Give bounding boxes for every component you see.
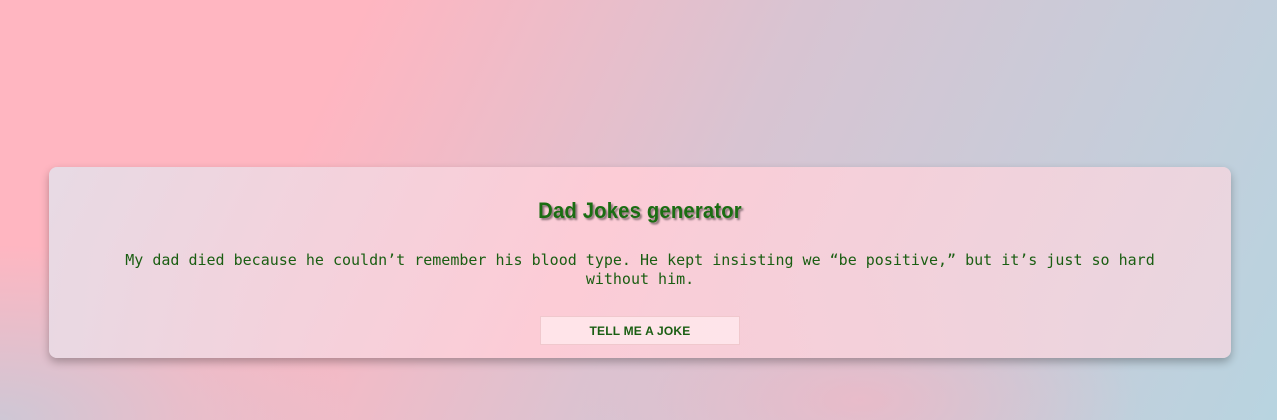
joke-card: Dad Jokes generator My dad died because … — [49, 167, 1231, 358]
page-title: Dad Jokes generator — [538, 198, 742, 223]
joke-text: My dad died because he couldn’t remember… — [125, 251, 1155, 288]
tell-joke-button[interactable]: TELL ME A JOKE — [540, 316, 740, 345]
